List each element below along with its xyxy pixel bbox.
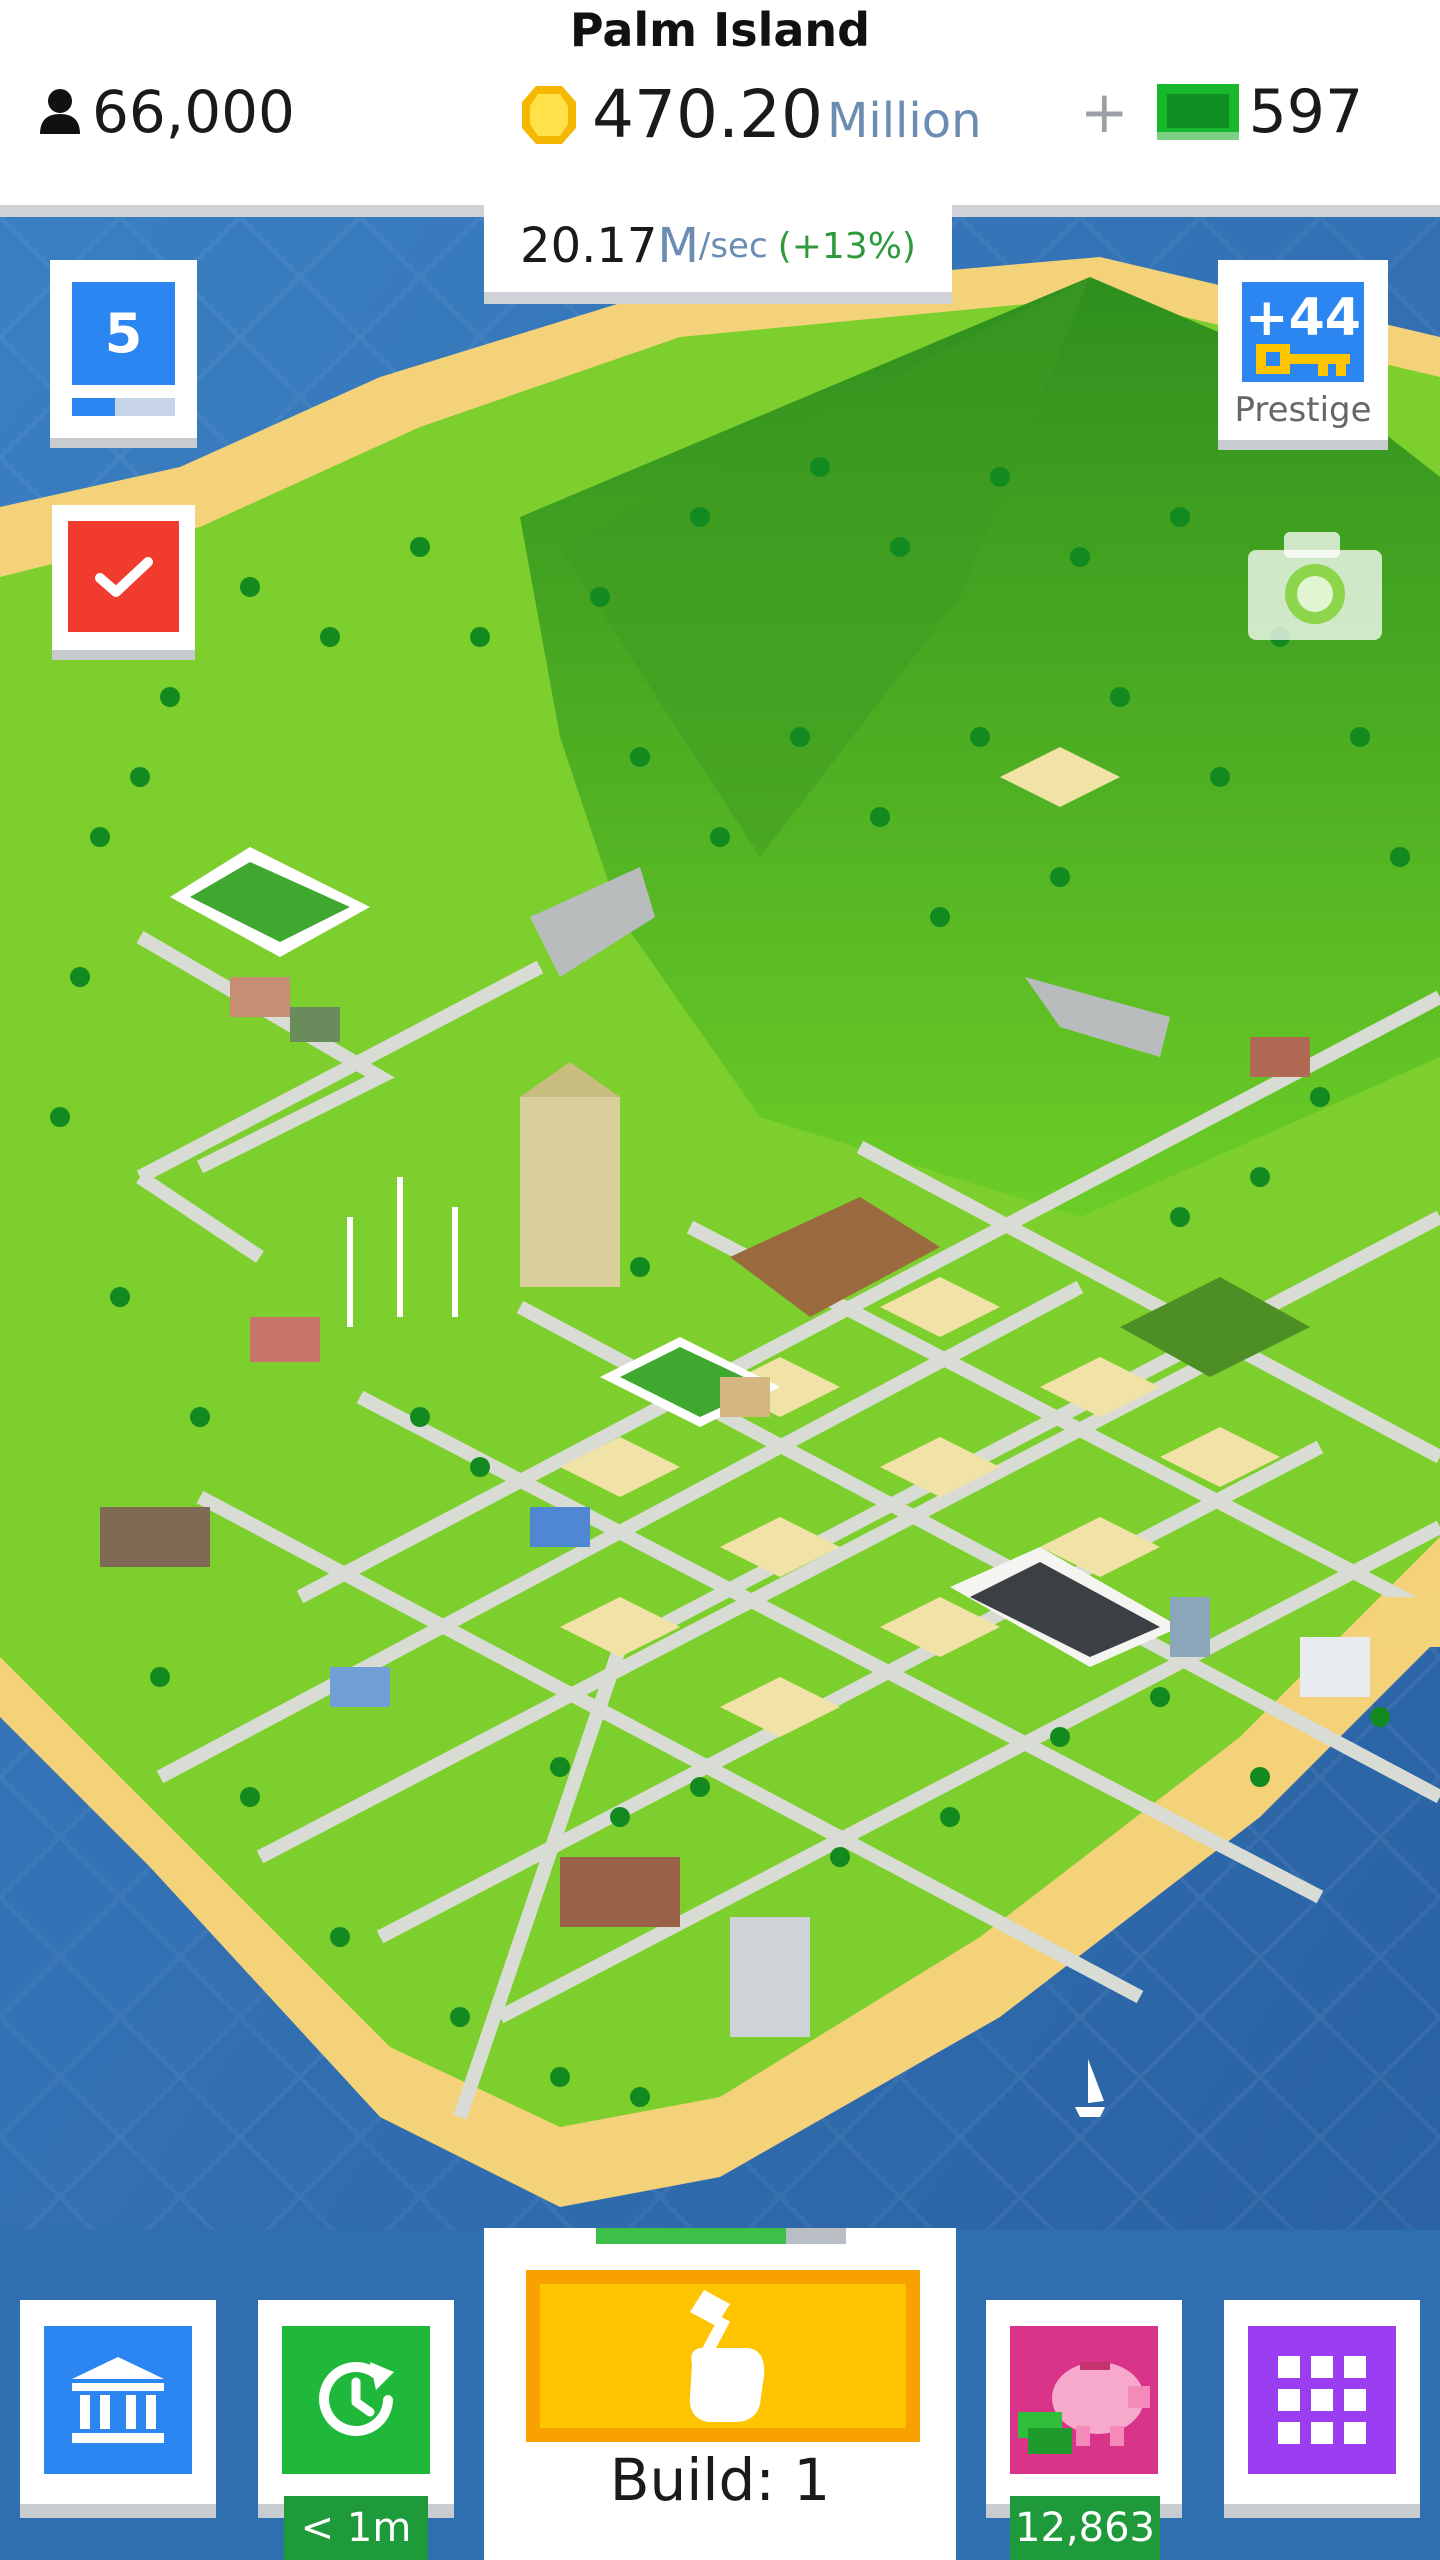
tasks-button[interactable] — [52, 505, 195, 660]
piggy-icon-bg — [1010, 2326, 1158, 2474]
rate-per: /sec — [698, 226, 768, 266]
income-rate: 20.17 M /sec (+13%) — [484, 200, 952, 304]
piggy-bank-button[interactable] — [986, 2300, 1182, 2518]
tasks-icon-bg — [68, 521, 179, 632]
level-button[interactable]: 5 — [50, 260, 197, 448]
prestige-label: Prestige — [1234, 390, 1372, 430]
timer-label: < 1m — [284, 2496, 428, 2560]
rate-unit: M — [657, 218, 699, 274]
build-button[interactable] — [526, 2270, 920, 2442]
level-progress-bar — [72, 398, 175, 416]
build-panel: Build: 1 — [484, 2228, 956, 2560]
cash-bill-icon — [1156, 84, 1239, 140]
top-bar: Palm Island 66,000 470.20 Million + 597 — [0, 0, 1440, 205]
checkmark-icon — [94, 556, 153, 597]
key-icon — [1256, 344, 1350, 376]
menu-button[interactable] — [1224, 2300, 1420, 2518]
menu-icon-bg — [1248, 2326, 1396, 2474]
prestige-badge: +44 — [1242, 282, 1364, 382]
money-value: 470.20 — [592, 76, 823, 153]
clock-refresh-icon — [319, 2362, 394, 2436]
build-progress-bar — [596, 2228, 846, 2244]
build-button-face — [540, 2284, 906, 2428]
piggy-bank-value: 12,863 — [1010, 2496, 1160, 2560]
island-map[interactable] — [0, 217, 1440, 2230]
bank-icon-bg — [44, 2326, 192, 2474]
coin-icon — [522, 85, 576, 144]
money-counter: 470.20 Million — [520, 72, 981, 157]
population-counter: 66,000 — [38, 72, 295, 152]
level-number: 5 — [72, 282, 175, 385]
bank-icon — [72, 2357, 164, 2443]
build-progress-fill — [596, 2228, 786, 2244]
grid-icon — [1278, 2356, 1366, 2444]
population-value: 66,000 — [92, 78, 295, 146]
camera-icon[interactable] — [1248, 528, 1382, 640]
add-cash-button[interactable]: + — [1080, 78, 1129, 146]
cash-value: 597 — [1248, 77, 1364, 147]
hammer-hand-icon — [689, 2290, 765, 2422]
rate-value: 20.17 — [520, 218, 658, 274]
island-name: Palm Island — [569, 3, 871, 57]
prestige-value: +44 — [1245, 288, 1361, 348]
rate-bonus: (+13%) — [777, 225, 916, 267]
level-progress-fill — [72, 398, 116, 416]
build-label: Build: 1 — [609, 2446, 831, 2514]
prestige-button[interactable]: +44 Prestige — [1218, 260, 1388, 450]
cash-counter[interactable]: + 597 — [1080, 72, 1363, 152]
piggy-bank-icon — [1018, 2362, 1150, 2454]
person-icon — [40, 89, 80, 134]
money-unit: Million — [826, 92, 982, 149]
timer-icon-bg — [282, 2326, 430, 2474]
bank-button[interactable] — [20, 2300, 216, 2518]
timer-boost-button[interactable] — [258, 2300, 454, 2518]
